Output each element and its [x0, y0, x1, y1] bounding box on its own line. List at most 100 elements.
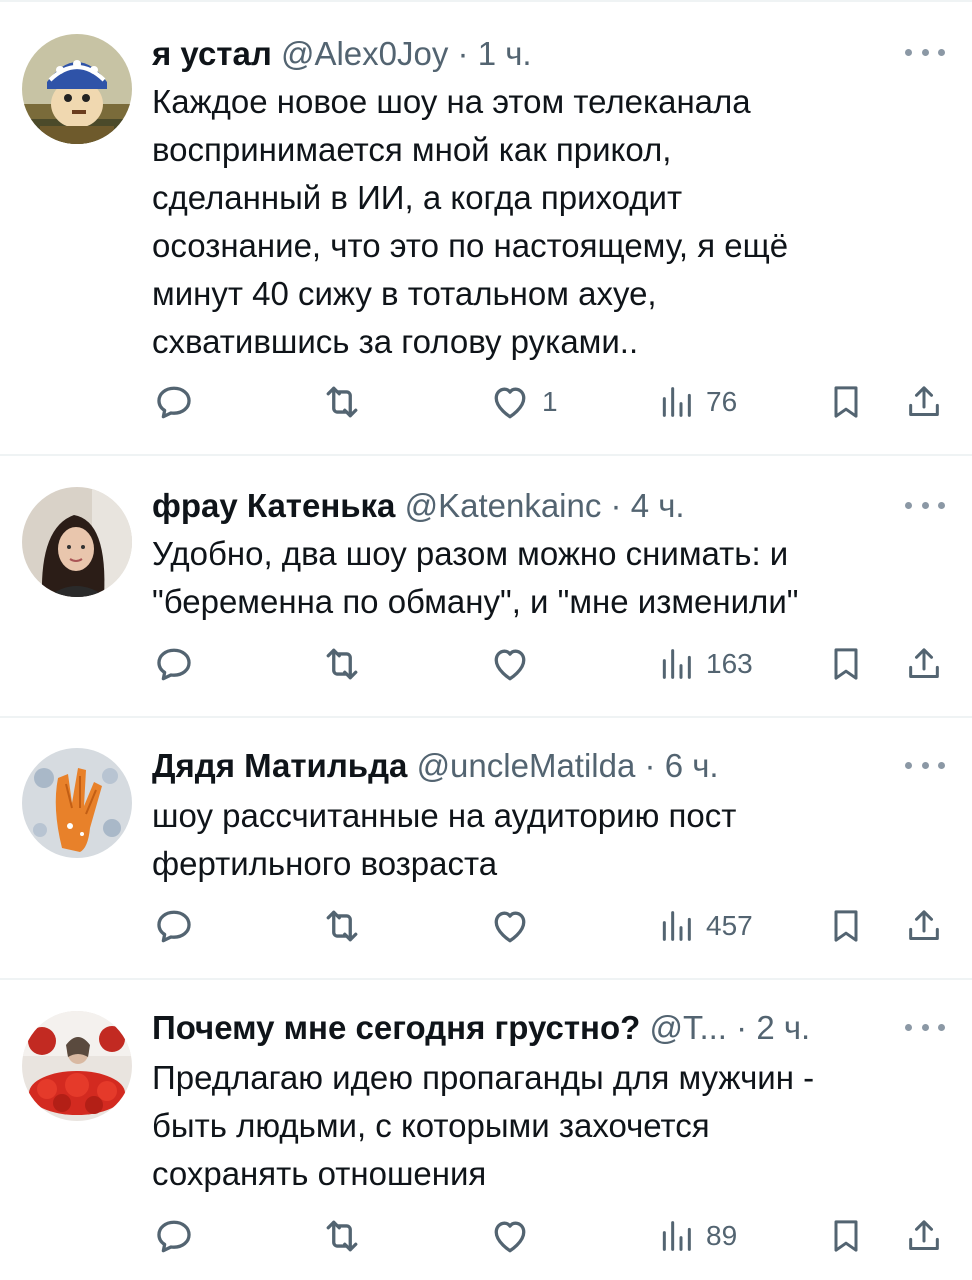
tweet-text: Предлагаю идею пропаганды для мужчин - б…	[152, 1054, 942, 1198]
avatar[interactable]	[22, 748, 132, 858]
tweet-header: я устал @Alex0Joy · 1 ч.	[152, 32, 882, 76]
views-icon	[662, 911, 691, 941]
text-line: шоу рассчитанные на аудиторию пост	[152, 797, 737, 834]
author-name[interactable]: Дядя Матильда	[152, 747, 407, 784]
text-line: фертильного возраста	[152, 845, 498, 882]
share-button[interactable]	[904, 380, 944, 424]
author-name[interactable]: фрау Катенька	[152, 487, 395, 524]
share-icon	[909, 648, 939, 678]
bookmark-icon	[834, 910, 858, 942]
reply-icon	[157, 1220, 191, 1253]
views-icon	[662, 649, 691, 679]
timestamp[interactable]: 4 ч.	[631, 487, 685, 524]
text-line: Удобно, два шоу разом можно снимать: и	[152, 535, 789, 572]
more-icon[interactable]	[905, 750, 945, 780]
tweet-divider	[0, 716, 972, 718]
tweet-header: фрау Катенька @Katenkainc · 4 ч.	[152, 484, 882, 528]
more-icon[interactable]	[905, 37, 945, 67]
top-divider	[0, 0, 972, 2]
text-line: Каждое новое шоу на этом телеканала	[152, 83, 751, 120]
bookmark-button[interactable]	[826, 1214, 866, 1258]
action-bar: 1 76	[152, 380, 952, 424]
like-button[interactable]	[488, 642, 542, 686]
bookmark-icon	[834, 386, 858, 418]
avatar[interactable]	[22, 34, 132, 144]
heart-icon	[494, 387, 526, 419]
timestamp[interactable]: 2 ч.	[756, 1009, 810, 1046]
reply-button[interactable]	[152, 642, 196, 686]
heart-icon	[494, 1221, 526, 1253]
more-icon[interactable]	[905, 490, 945, 520]
tweet-header: Дядя Матильда @uncleMatilda · 6 ч.	[152, 744, 882, 788]
avatar[interactable]	[22, 487, 132, 597]
views-icon	[662, 387, 691, 417]
action-bar: 89	[152, 1214, 952, 1258]
share-button[interactable]	[904, 642, 944, 686]
text-line: "беременна по обману", и "мне изменили"	[152, 583, 799, 620]
reply-button[interactable]	[152, 1214, 196, 1258]
text-line: осознание, что это по настоящему, я ещё	[152, 227, 789, 264]
author-handle[interactable]: @Katenkainc	[405, 487, 602, 524]
text-line: сохранять отношения	[152, 1155, 487, 1192]
heart-icon	[494, 649, 526, 681]
separator-dot: ·	[610, 487, 622, 524]
avatar-image	[22, 748, 132, 858]
reply-button[interactable]	[152, 904, 196, 948]
reply-icon	[157, 386, 191, 419]
author-name[interactable]: я устал	[152, 35, 272, 72]
bookmark-button[interactable]	[826, 904, 866, 948]
retweet-button[interactable]	[320, 1214, 364, 1258]
tweet-text: шоу рассчитанные на аудиторию пост ферти…	[152, 792, 942, 888]
bookmark-button[interactable]	[826, 380, 866, 424]
bookmark-button[interactable]	[826, 642, 866, 686]
views-button[interactable]: 163	[656, 642, 753, 686]
share-icon	[909, 1220, 939, 1250]
action-bar: 163	[152, 642, 952, 686]
retweet-button[interactable]	[320, 904, 364, 948]
views-button[interactable]: 89	[656, 1214, 737, 1258]
avatar-image	[22, 487, 132, 597]
view-count: 163	[706, 648, 753, 679]
like-button[interactable]	[488, 1214, 542, 1258]
separator-dot: ·	[457, 35, 469, 72]
avatar[interactable]	[22, 1011, 132, 1121]
like-button[interactable]: 1	[488, 380, 558, 424]
more-icon[interactable]	[905, 1012, 945, 1042]
share-icon	[909, 386, 939, 416]
text-line: схватившись за голову руками..	[152, 323, 639, 360]
retweet-icon	[326, 648, 358, 680]
retweet-icon	[326, 1220, 358, 1252]
separator-dot: ·	[644, 747, 656, 784]
retweet-button[interactable]	[320, 642, 364, 686]
tweet-text: Каждое новое шоу на этом телеканала восп…	[152, 78, 942, 366]
bookmark-icon	[834, 648, 858, 680]
text-line: минут 40 сижу в тотальном ахуе,	[152, 275, 657, 312]
retweet-icon	[326, 386, 358, 418]
views-button[interactable]: 76	[656, 380, 737, 424]
view-count: 89	[706, 1220, 738, 1251]
author-handle[interactable]: @uncleMatilda	[417, 747, 636, 784]
like-button[interactable]	[488, 904, 542, 948]
timestamp[interactable]: 6 ч.	[665, 747, 719, 784]
timestamp[interactable]: 1 ч.	[478, 35, 532, 72]
retweet-button[interactable]	[320, 380, 364, 424]
heart-icon	[494, 911, 526, 943]
tweet-divider	[0, 454, 972, 456]
text-line: быть людьми, с которыми захочется	[152, 1107, 710, 1144]
share-button[interactable]	[904, 904, 944, 948]
bookmark-icon	[834, 1220, 858, 1252]
action-bar: 457	[152, 904, 952, 948]
share-button[interactable]	[904, 1214, 944, 1258]
avatar-image	[22, 1011, 132, 1121]
views-button[interactable]: 457	[656, 904, 753, 948]
view-count: 457	[706, 910, 753, 941]
author-handle[interactable]: @T...	[649, 1009, 727, 1046]
tweet-header: Почему мне сегодня грустно? @T... · 2 ч.	[152, 1006, 882, 1050]
text-line: сделанный в ИИ, а когда приходит	[152, 179, 683, 216]
reply-icon	[157, 910, 191, 943]
view-count: 76	[706, 386, 738, 417]
author-handle[interactable]: @Alex0Joy	[281, 35, 448, 72]
author-name[interactable]: Почему мне сегодня грустно?	[152, 1009, 640, 1046]
avatar-image	[22, 34, 132, 144]
reply-button[interactable]	[152, 380, 196, 424]
